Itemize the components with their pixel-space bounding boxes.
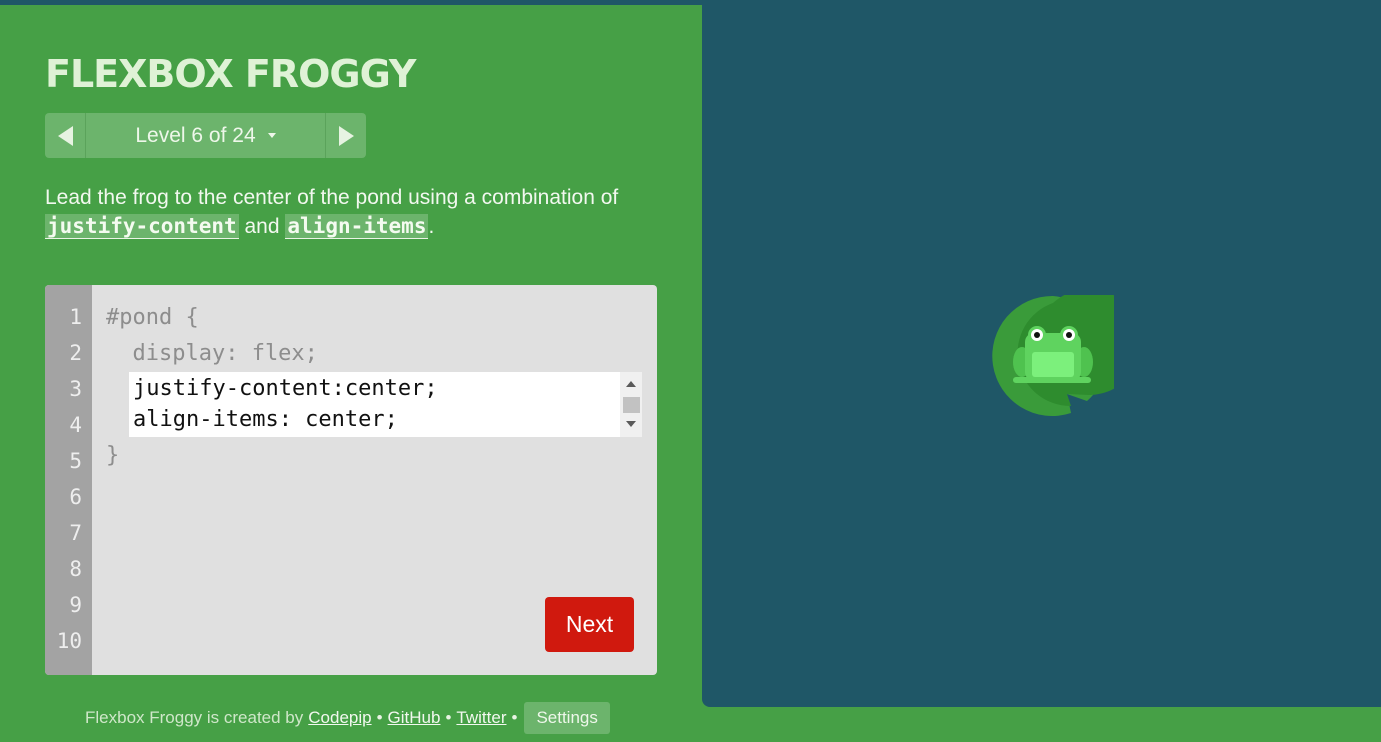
footer-separator: • (511, 708, 518, 727)
input-line-align-items: align-items: center; (133, 407, 398, 432)
footer-separator: • (445, 708, 452, 727)
line-number: 5 (69, 449, 82, 473)
next-button[interactable]: Next (545, 597, 634, 652)
line-number: 2 (69, 341, 82, 365)
level-navigation: Level 6 of 24 (45, 113, 366, 158)
code-hint-justify-content[interactable]: justify-content (45, 214, 239, 239)
footer: Flexbox Froggy is created by Codepip • G… (85, 702, 610, 734)
frog-on-lilypad (992, 289, 1142, 417)
footer-separator: • (376, 708, 383, 727)
scroll-down-icon[interactable] (626, 421, 636, 427)
level-dropdown[interactable]: Level 6 of 24 (86, 113, 325, 158)
twitter-link[interactable]: Twitter (456, 708, 506, 728)
code-line-selector: #pond { (106, 305, 199, 330)
line-number: 9 (69, 593, 82, 617)
line-number: 3 (69, 377, 82, 401)
input-line-justify-content: justify-content:center; (133, 376, 438, 401)
line-number: 6 (69, 485, 82, 509)
line-number: 1 (69, 305, 82, 329)
textarea-scrollbar[interactable] (620, 372, 642, 437)
instructions-text: Lead the frog to the center of the pond … (45, 186, 619, 209)
level-label: Level 6 of 24 (135, 123, 256, 147)
level-instructions: Lead the frog to the center of the pond … (45, 183, 665, 241)
codepip-link[interactable]: Codepip (308, 708, 371, 728)
next-level-button[interactable] (325, 113, 366, 158)
caret-down-icon (267, 133, 276, 138)
app-title: FLEXBOX FROGGY (45, 52, 416, 96)
instructions-and: and (244, 215, 280, 238)
triangle-right-icon (338, 125, 354, 146)
instructions-period: . (428, 215, 435, 238)
frog-icon (992, 289, 1142, 416)
triangle-left-icon (57, 125, 73, 146)
line-number-gutter: 1 2 3 4 5 6 7 8 9 10 (45, 285, 92, 675)
footer-credit-text: Flexbox Froggy is created by (85, 708, 304, 727)
previous-level-button[interactable] (45, 113, 86, 158)
pond-board (702, 5, 1381, 707)
github-link[interactable]: GitHub (388, 708, 441, 728)
code-line-display: display: flex; (106, 341, 318, 366)
css-input-textarea[interactable]: justify-content:center; align-items: cen… (129, 372, 642, 437)
line-number: 8 (69, 557, 82, 581)
scroll-up-icon[interactable] (626, 381, 636, 387)
line-number: 10 (56, 629, 82, 653)
css-editor: 1 2 3 4 5 6 7 8 9 10 #pond { display: fl… (45, 285, 657, 675)
code-line-closing-brace: } (106, 443, 120, 468)
settings-button[interactable]: Settings (524, 702, 610, 734)
scroll-thumb[interactable] (623, 397, 640, 413)
line-number: 4 (69, 413, 82, 437)
code-hint-align-items[interactable]: align-items (285, 214, 429, 239)
line-number: 7 (69, 521, 82, 545)
